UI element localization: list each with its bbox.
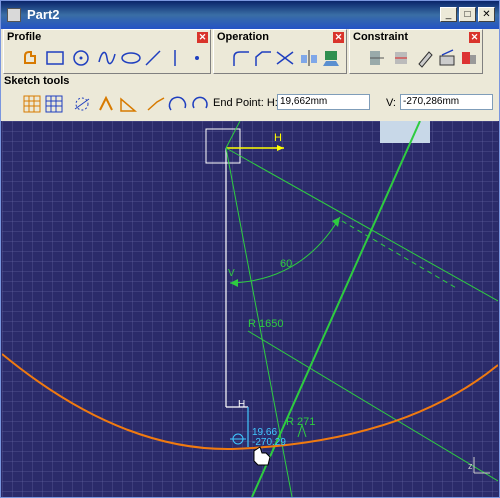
sketch-canvas[interactable]: H V H 60 R 1650 R 271 19.66 -270.29 z [2,121,498,497]
close-button[interactable]: ✕ [478,7,495,22]
application-window: Part2 _ □ ✕ Profile ✕ Operation ✕ Constr… [0,0,500,498]
end-point-h-label: End Point: H: [213,97,278,109]
operation-toolbar: Operation ✕ [213,29,347,74]
constraint-toolbar: Constraint ✕ [349,29,483,74]
chamfer-icon[interactable] [252,47,274,69]
angle-dimension-arc [229,216,341,284]
axis-icon[interactable] [164,47,186,69]
title-bar[interactable]: Part2 _ □ ✕ [1,1,499,29]
sketch-tools-toolbar: Sketch tools End Point: H: 19,662mm V: -… [1,75,499,119]
angle-arrow-left [230,279,238,287]
constraint-toolbar-close-button[interactable]: ✕ [469,32,480,43]
construction-line-diagonal [225,147,498,302]
operation-toolbar-title: Operation [217,31,269,43]
profile-toolbar-close-button[interactable]: ✕ [197,32,208,43]
dimensional-constraints-icon[interactable] [117,93,139,115]
maximize-button[interactable]: □ [459,7,476,22]
v-constraint-label: V [228,268,235,279]
snap-to-point-icon[interactable] [43,93,65,115]
angle-label: 60 [280,258,292,270]
rectangle-icon[interactable] [44,47,66,69]
grid-icon[interactable] [21,93,43,115]
minimize-button[interactable]: _ [440,7,457,22]
profile-toolbar: Profile ✕ [3,29,211,74]
v-coordinate-label: V: [386,97,396,109]
profile-toolbar-title: Profile [7,31,42,43]
three-point-arc-icon[interactable] [189,93,211,115]
h-constraint-label: H [238,399,245,410]
mirror-icon[interactable] [298,47,320,69]
arc-icon[interactable] [167,93,189,115]
origin-box [205,128,241,164]
sketch-arc[interactable] [2,353,498,451]
contact-constraint-icon[interactable] [414,47,436,69]
h-coordinate-field[interactable]: 19,662mm [277,94,370,110]
partial-panel [380,121,430,143]
trim-icon[interactable] [274,47,296,69]
toolbar-area: Profile ✕ Operation ✕ Constraint ✕ Sketc… [1,29,499,121]
point-icon[interactable] [186,47,208,69]
constraints-dialog-icon[interactable] [366,47,388,69]
z-axis-label: z [468,461,473,471]
radius-large-label: R 1650 [248,318,283,330]
line-icon[interactable] [142,47,164,69]
v-coordinate-field[interactable]: -270,286mm [400,94,493,110]
profile-icon[interactable] [20,47,42,69]
auto-constraint-icon[interactable] [436,47,458,69]
sketch-geometry: H V H 60 R 1650 R 271 19.66 -270.29 z [2,121,498,497]
construction-element-icon[interactable] [71,93,93,115]
animate-constraint-icon[interactable] [458,47,480,69]
h-axis-label: H [274,132,282,144]
cursor-v-readout: -270.29 [252,437,286,448]
sketch-tools-row: End Point: H: 19,662mm V: -270,286mm [1,91,499,117]
app-icon [7,8,21,22]
construction-line-radial [247,330,498,482]
h-axis-arrow [277,145,284,151]
line-tangent-icon[interactable] [145,93,167,115]
hand-cursor-icon [253,446,271,466]
window-title: Part2 [27,7,60,22]
spline-icon[interactable] [96,47,118,69]
constraint-icon[interactable] [390,47,412,69]
constraint-toolbar-title: Constraint [353,31,408,43]
operation-toolbar-close-button[interactable]: ✕ [333,32,344,43]
radius-small-label: R 271 [286,416,315,428]
sketch-tools-title: Sketch tools [4,75,70,87]
construction-line-short [225,121,241,149]
corner-icon[interactable] [230,47,252,69]
project-3d-elements-icon[interactable] [320,47,342,69]
angle-arrow-right [332,217,340,227]
ellipse-icon[interactable] [120,47,142,69]
circle-icon[interactable] [70,47,92,69]
geometric-constraints-icon[interactable] [95,93,117,115]
